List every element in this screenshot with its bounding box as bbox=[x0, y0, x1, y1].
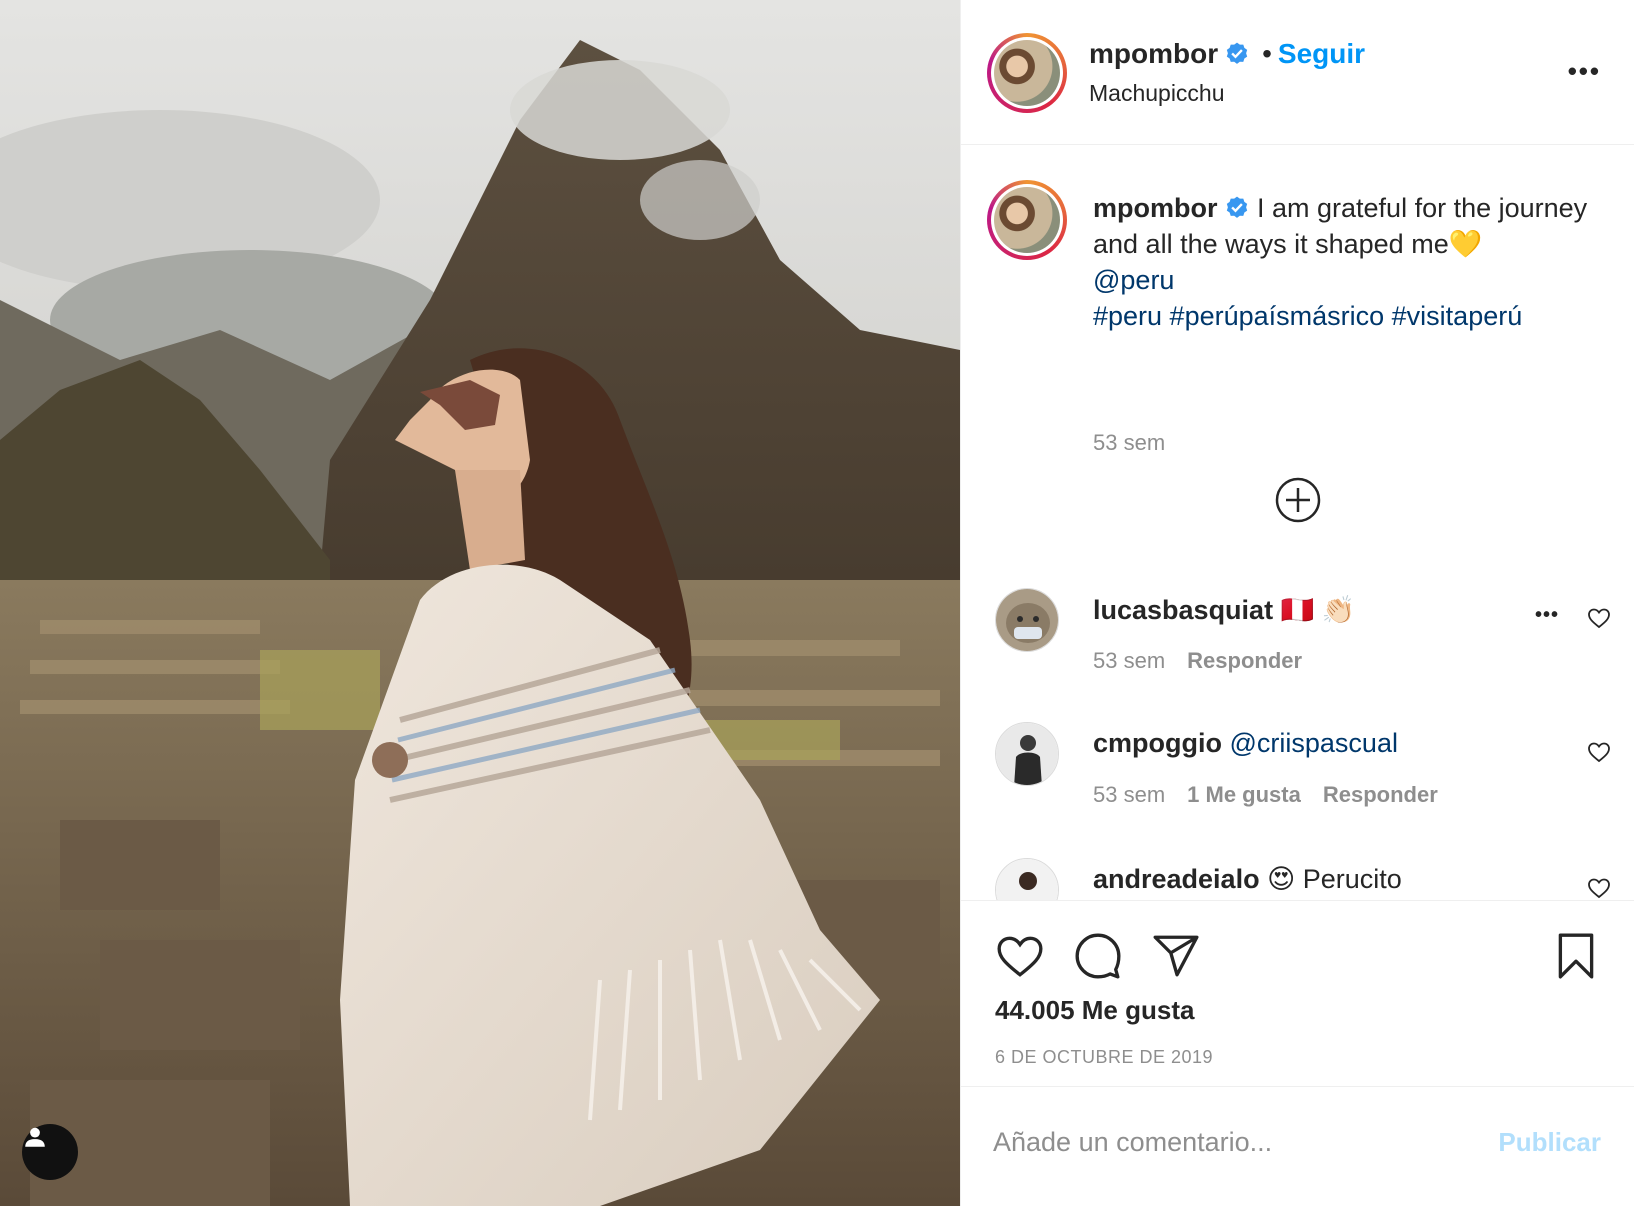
comment-text: lucasbasquiat 🇵🇪 👏🏻 bbox=[1093, 594, 1355, 626]
heart-icon[interactable] bbox=[1587, 606, 1611, 630]
comment-composer: Publicar bbox=[961, 1086, 1634, 1206]
heart-icon[interactable] bbox=[995, 931, 1045, 981]
user-tag-button[interactable] bbox=[22, 1124, 78, 1180]
share-icon[interactable] bbox=[1151, 931, 1201, 981]
load-more-comments-icon[interactable] bbox=[1274, 476, 1322, 524]
comment-text: andreadeialo 😍 Perucito bbox=[1093, 864, 1402, 895]
commenter-avatar[interactable] bbox=[995, 722, 1059, 786]
comment-item: lucasbasquiat 🇵🇪 👏🏻 53 sem Responder ••• bbox=[961, 588, 1634, 708]
comment-more-button[interactable]: ••• bbox=[1535, 604, 1559, 627]
reply-button[interactable]: Responder bbox=[1323, 782, 1438, 807]
post-date: 6 DE OCTUBRE DE 2019 bbox=[995, 1047, 1214, 1067]
comments-scroll-area[interactable]: mpombor I am grateful for the journey an… bbox=[961, 146, 1634, 900]
post-photo[interactable] bbox=[0, 0, 960, 1206]
heart-icon[interactable] bbox=[1587, 740, 1611, 764]
reply-button[interactable]: Responder bbox=[1187, 648, 1302, 673]
comment-input[interactable] bbox=[993, 1117, 1453, 1167]
verified-badge-icon bbox=[1226, 196, 1247, 218]
caption-time[interactable]: 53 sem bbox=[1093, 430, 1165, 456]
post-photo-illustration bbox=[0, 0, 960, 1206]
post-detail-panel: mpombor • Seguir Machupicchu ••• mpombor I… bbox=[960, 0, 1634, 1206]
comment-item: andreadeialo 😍 Perucito bbox=[961, 858, 1634, 900]
action-bar: 44.005 Me gusta 6 DE OCTUBRE DE 2019 bbox=[961, 900, 1634, 1086]
caption-line-1: I am grateful for the journey bbox=[1249, 193, 1588, 223]
commenter-avatar[interactable] bbox=[995, 588, 1059, 652]
save-bookmark-icon[interactable] bbox=[1551, 931, 1601, 981]
author-line: mpombor • Seguir bbox=[1089, 38, 1365, 70]
more-options-button[interactable]: ••• bbox=[1568, 56, 1601, 87]
comment-item: cmpoggio @criispascual 53 sem 1 Me gusta R… bbox=[961, 722, 1634, 842]
caption-mention[interactable]: @peru bbox=[1093, 265, 1174, 295]
comment-mention[interactable]: @criispascual bbox=[1222, 728, 1398, 758]
author-username[interactable]: mpombor bbox=[1089, 38, 1218, 69]
comment-meta: 53 sem Responder bbox=[1093, 648, 1324, 674]
comment-meta: 53 sem 1 Me gusta Responder bbox=[1093, 782, 1460, 808]
comment-icon[interactable] bbox=[1073, 931, 1123, 981]
caption-avatar[interactable] bbox=[987, 180, 1067, 260]
caption-hashtags[interactable]: #peru #perúpaísmásrico #visitaperú bbox=[1093, 301, 1522, 331]
comment-likes[interactable]: 1 Me gusta bbox=[1187, 782, 1301, 807]
follow-button[interactable]: Seguir bbox=[1278, 38, 1365, 69]
location-link[interactable]: Machupicchu bbox=[1089, 80, 1225, 107]
post-header: mpombor • Seguir Machupicchu ••• bbox=[961, 0, 1634, 145]
verified-badge-icon bbox=[1226, 42, 1248, 64]
comment-time[interactable]: 53 sem bbox=[1093, 648, 1165, 673]
publish-button[interactable]: Publicar bbox=[1498, 1127, 1601, 1158]
comment-body: 😍 Perucito bbox=[1259, 864, 1402, 894]
user-tag-icon bbox=[25, 1127, 45, 1147]
commenter-avatar[interactable] bbox=[995, 858, 1059, 900]
likes-count[interactable]: 44.005 Me gusta bbox=[995, 995, 1194, 1026]
author-avatar[interactable] bbox=[987, 33, 1067, 113]
comment-body: 🇵🇪 👏🏻 bbox=[1273, 595, 1356, 625]
commenter-username[interactable]: andreadeialo bbox=[1093, 864, 1260, 894]
caption-username[interactable]: mpombor bbox=[1093, 193, 1218, 223]
separator-dot: • bbox=[1262, 38, 1272, 69]
commenter-username[interactable]: cmpoggio bbox=[1093, 728, 1222, 758]
caption-line-2: and all the ways it shaped me💛 bbox=[1093, 229, 1483, 259]
comment-text: cmpoggio @criispascual bbox=[1093, 728, 1398, 759]
comment-time[interactable]: 53 sem bbox=[1093, 782, 1165, 807]
commenter-username[interactable]: lucasbasquiat bbox=[1093, 595, 1273, 625]
heart-icon[interactable] bbox=[1587, 876, 1611, 900]
caption-text: mpombor I am grateful for the journey an… bbox=[1093, 190, 1613, 334]
